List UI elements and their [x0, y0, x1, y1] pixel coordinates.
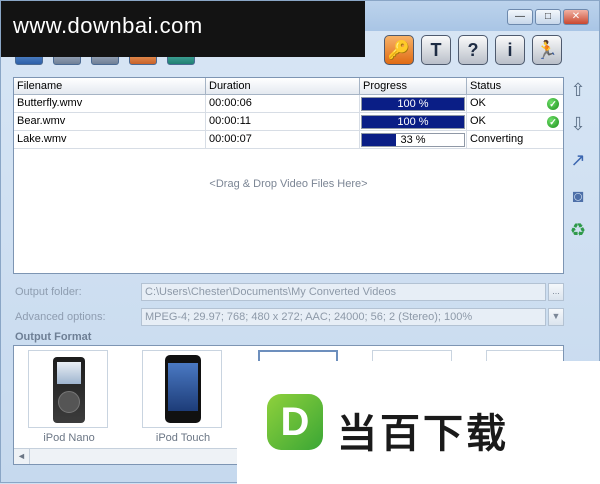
help-icon[interactable]: ? [458, 35, 488, 65]
column-progress[interactable]: Progress [360, 78, 467, 95]
format-ipod-nano[interactable] [28, 350, 108, 428]
advanced-options-label: Advanced options: [15, 311, 106, 323]
exit-icon[interactable]: 🏃 [532, 35, 562, 65]
progress-cell: 100 % [360, 113, 467, 131]
brand-logo-icon: D [267, 394, 323, 450]
format-ipod-touch[interactable] [142, 350, 222, 428]
camera-icon[interactable]: ◙ [567, 185, 589, 207]
duration-cell: 00:00:06 [206, 95, 360, 113]
filename-cell: Butterfly.wmv [14, 95, 206, 113]
status-text: OK [470, 97, 486, 109]
minimize-button[interactable]: — [507, 9, 533, 25]
duration-cell: 00:00:11 [206, 113, 360, 131]
move-down-icon[interactable]: ⇩ [567, 113, 589, 135]
progress-cell: 100 % [360, 95, 467, 113]
filename-cell: Bear.wmv [14, 113, 206, 131]
status-cell: OK ✓ [467, 95, 563, 113]
scroll-left-icon[interactable]: ◄ [14, 449, 30, 464]
advanced-options-select[interactable]: MPEG-4; 29.97; 768; 480 x 272; AAC; 2400… [141, 308, 546, 326]
drop-hint: <Drag & Drop Video Files Here> [209, 178, 368, 190]
move-up-icon[interactable]: ⇧ [567, 79, 589, 101]
column-duration[interactable]: Duration [206, 78, 360, 95]
column-filename[interactable]: Filename [14, 78, 206, 95]
format-label: iPod Nano [43, 432, 95, 444]
t-icon[interactable]: T [421, 35, 451, 65]
check-icon: ✓ [547, 98, 559, 110]
browse-button[interactable]: ... [548, 283, 564, 301]
output-folder-input[interactable]: C:\Users\Chester\Documents\My Converted … [141, 283, 546, 301]
brand-logo-overlay: D 当百下载 [237, 361, 600, 484]
close-button[interactable]: ✕ [563, 9, 589, 25]
table-row[interactable]: Lake.wmv 00:00:07 33 % Converting [14, 131, 563, 149]
ipod-touch-icon [165, 355, 201, 423]
progress-cell: 33 % [360, 131, 467, 149]
status-text: OK [470, 115, 486, 127]
export-icon[interactable]: ↗ [567, 149, 589, 171]
key-icon[interactable]: 🔑 [384, 35, 414, 65]
file-list[interactable]: Filename Duration Progress Status Butter… [13, 77, 564, 274]
chevron-down-icon[interactable]: ▼ [548, 308, 564, 326]
progress-text: 100 % [397, 116, 429, 128]
ipod-nano-icon [53, 357, 85, 423]
app-window: — □ ✕ www.downbai.com 🔑 T ? i 🏃 Filename… [0, 0, 600, 484]
brand-logo-text: 当百下载 [337, 411, 509, 457]
status-cell: OK ✓ [467, 113, 563, 131]
file-list-header: Filename Duration Progress Status [14, 78, 563, 95]
progress-bar: 100 % [361, 115, 465, 129]
column-status[interactable]: Status [467, 78, 563, 95]
watermark-banner: www.downbai.com [1, 1, 365, 57]
output-format-label: Output Format [15, 331, 92, 343]
status-text: Converting [470, 133, 524, 145]
output-folder-label: Output folder: [15, 286, 82, 298]
check-icon: ✓ [547, 116, 559, 128]
status-cell: Converting [467, 131, 563, 149]
progress-bar: 100 % [361, 97, 465, 111]
table-row[interactable]: Bear.wmv 00:00:11 100 % OK ✓ [14, 113, 563, 131]
progress-bar: 33 % [361, 133, 465, 147]
recycle-icon[interactable]: ♻ [567, 219, 589, 241]
maximize-button[interactable]: □ [535, 9, 561, 25]
progress-text: 100 % [397, 98, 429, 110]
info-icon[interactable]: i [495, 35, 525, 65]
table-row[interactable]: Butterfly.wmv 00:00:06 100 % OK ✓ [14, 95, 563, 113]
duration-cell: 00:00:07 [206, 131, 360, 149]
format-label: iPod Touch [155, 432, 211, 444]
filename-cell: Lake.wmv [14, 131, 206, 149]
progress-text: 33 % [400, 134, 426, 146]
